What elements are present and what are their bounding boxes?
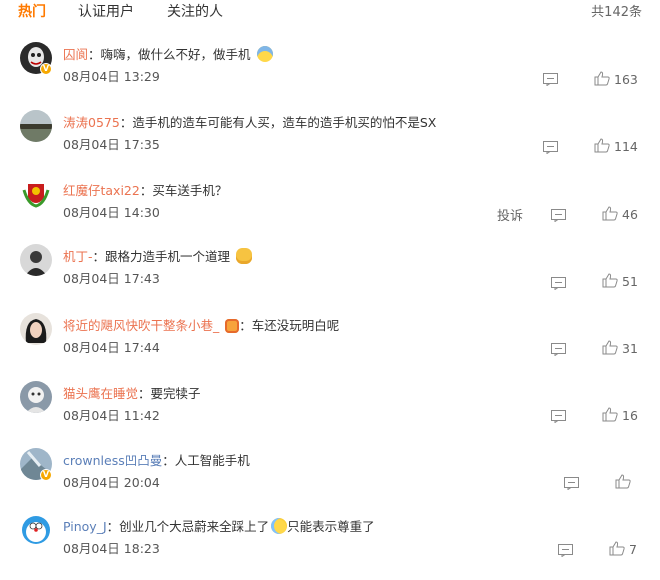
comment-time: 08月04日 11:42 [63,408,160,423]
comment-text: 造手机的造车可能有人买，造车的造手机买的怕不是SX [132,115,437,130]
cat-emoji-icon [236,248,253,264]
comment-text: 车还没玩明白呢 [251,318,340,333]
username-link[interactable]: 将近的飓风快吹干整条小巷_ [63,318,219,333]
comment-time: 08月04日 14:30 [63,205,160,220]
avatar[interactable] [20,514,52,546]
comment-item: V crownless凹凸曼：人工智能手机 08月04日 20:04 [0,448,660,514]
username-link[interactable]: Pinoy_J [63,519,107,534]
username-link[interactable]: crownless凹凸曼 [63,453,162,468]
thumbs-up-icon [602,273,618,288]
thumbs-up-icon [615,474,631,489]
avatar[interactable] [20,313,52,345]
username-link[interactable]: 囚阆 [63,47,88,62]
comment-time: 08月04日 17:43 [63,271,160,286]
comment-text: 要完犊子 [150,386,201,401]
thumbs-up-icon [602,340,618,355]
thumbs-up-icon [594,138,610,153]
thumbs-up-icon [609,541,625,556]
like-count: 16 [622,408,638,423]
comment-time: 08月04日 18:23 [63,541,160,556]
username-link[interactable]: 红魔仔taxi22 [63,183,140,198]
reply-icon[interactable] [551,408,566,424]
comment-item: 机丁-：跟格力造手机一个道理 08月04日 17:43 51 [0,244,660,310]
comment-item: V 囚阆：嗨嗨，做什么不好，做手机 08月04日 13:29 163 [0,42,660,108]
comment-total-count: 共142条 [591,5,642,20]
reply-icon[interactable] [543,139,558,155]
comment-item: 红魔仔taxi22：买车送手机？ 08月04日 14:30 投诉 46 [0,178,660,244]
reply-icon[interactable] [543,71,558,87]
report-link[interactable]: 投诉 [497,205,523,224]
tab-verified-users[interactable]: 认证用户 [78,1,134,21]
username-link[interactable]: 涛涛0575 [63,115,120,130]
reply-icon[interactable] [551,275,566,291]
comment-item: 涛涛0575：造手机的造车可能有人买，造车的造手机买的怕不是SX 08月04日 … [0,110,660,176]
avatar[interactable] [20,244,52,276]
laugh-cry-emoji-icon [271,518,288,534]
cold-sweat-emoji-icon [256,46,273,62]
like-count: 7 [629,542,637,557]
comment-item: 猫头鹰在睡觉：要完犊子 08月04日 11:42 16 [0,381,660,447]
comment-text-continued: 只能表示尊重了 [287,519,375,534]
comment-time: 08月04日 20:04 [63,475,160,490]
avatar[interactable] [20,178,52,210]
tab-following[interactable]: 关注的人 [167,1,223,21]
like-count: 46 [622,207,638,222]
like-count: 31 [622,341,638,356]
comment-text: 买车送手机？ [152,183,228,198]
comment-text: 嗨嗨，做什么不好，做手机 [100,47,251,62]
thumbs-up-icon [602,407,618,422]
thumbs-up-icon [602,206,618,221]
like-count: 163 [614,72,638,87]
verified-badge-icon: V [40,63,52,75]
comment-text: 跟格力造手机一个道理 [105,249,231,264]
comment-item: Pinoy_J：创业几个大忌蔚来全踩上了 只能表示尊重了 08月04日 18:23… [0,514,660,580]
verified-badge-icon: V [40,469,52,481]
comment-time: 08月04日 17:44 [63,340,160,355]
reply-icon[interactable] [551,341,566,357]
badge-emoji-icon [225,319,240,333]
reply-icon[interactable] [564,475,579,491]
username-link[interactable]: 机丁- [63,249,93,264]
comment-text: 创业几个大忌蔚来全踩上了 [119,519,270,534]
like-count: 114 [614,139,638,154]
reply-icon[interactable] [551,207,566,223]
avatar[interactable] [20,110,52,142]
tab-hot[interactable]: 热门 [18,1,46,21]
thumbs-up-icon [594,71,610,86]
comment-time: 08月04日 13:29 [63,69,160,84]
comment-item: 将近的飓风快吹干整条小巷_ ：车还没玩明白呢 08月04日 17:44 31 [0,313,660,379]
username-link[interactable]: 猫头鹰在睡觉 [63,386,138,401]
comment-time: 08月04日 17:35 [63,137,160,152]
avatar[interactable] [20,381,52,413]
reply-icon[interactable] [558,542,573,558]
comment-text: 人工智能手机 [174,453,250,468]
like-count: 51 [622,274,638,289]
comment-tabs: 热门 认证用户 关注的人 共142条 [0,0,660,26]
